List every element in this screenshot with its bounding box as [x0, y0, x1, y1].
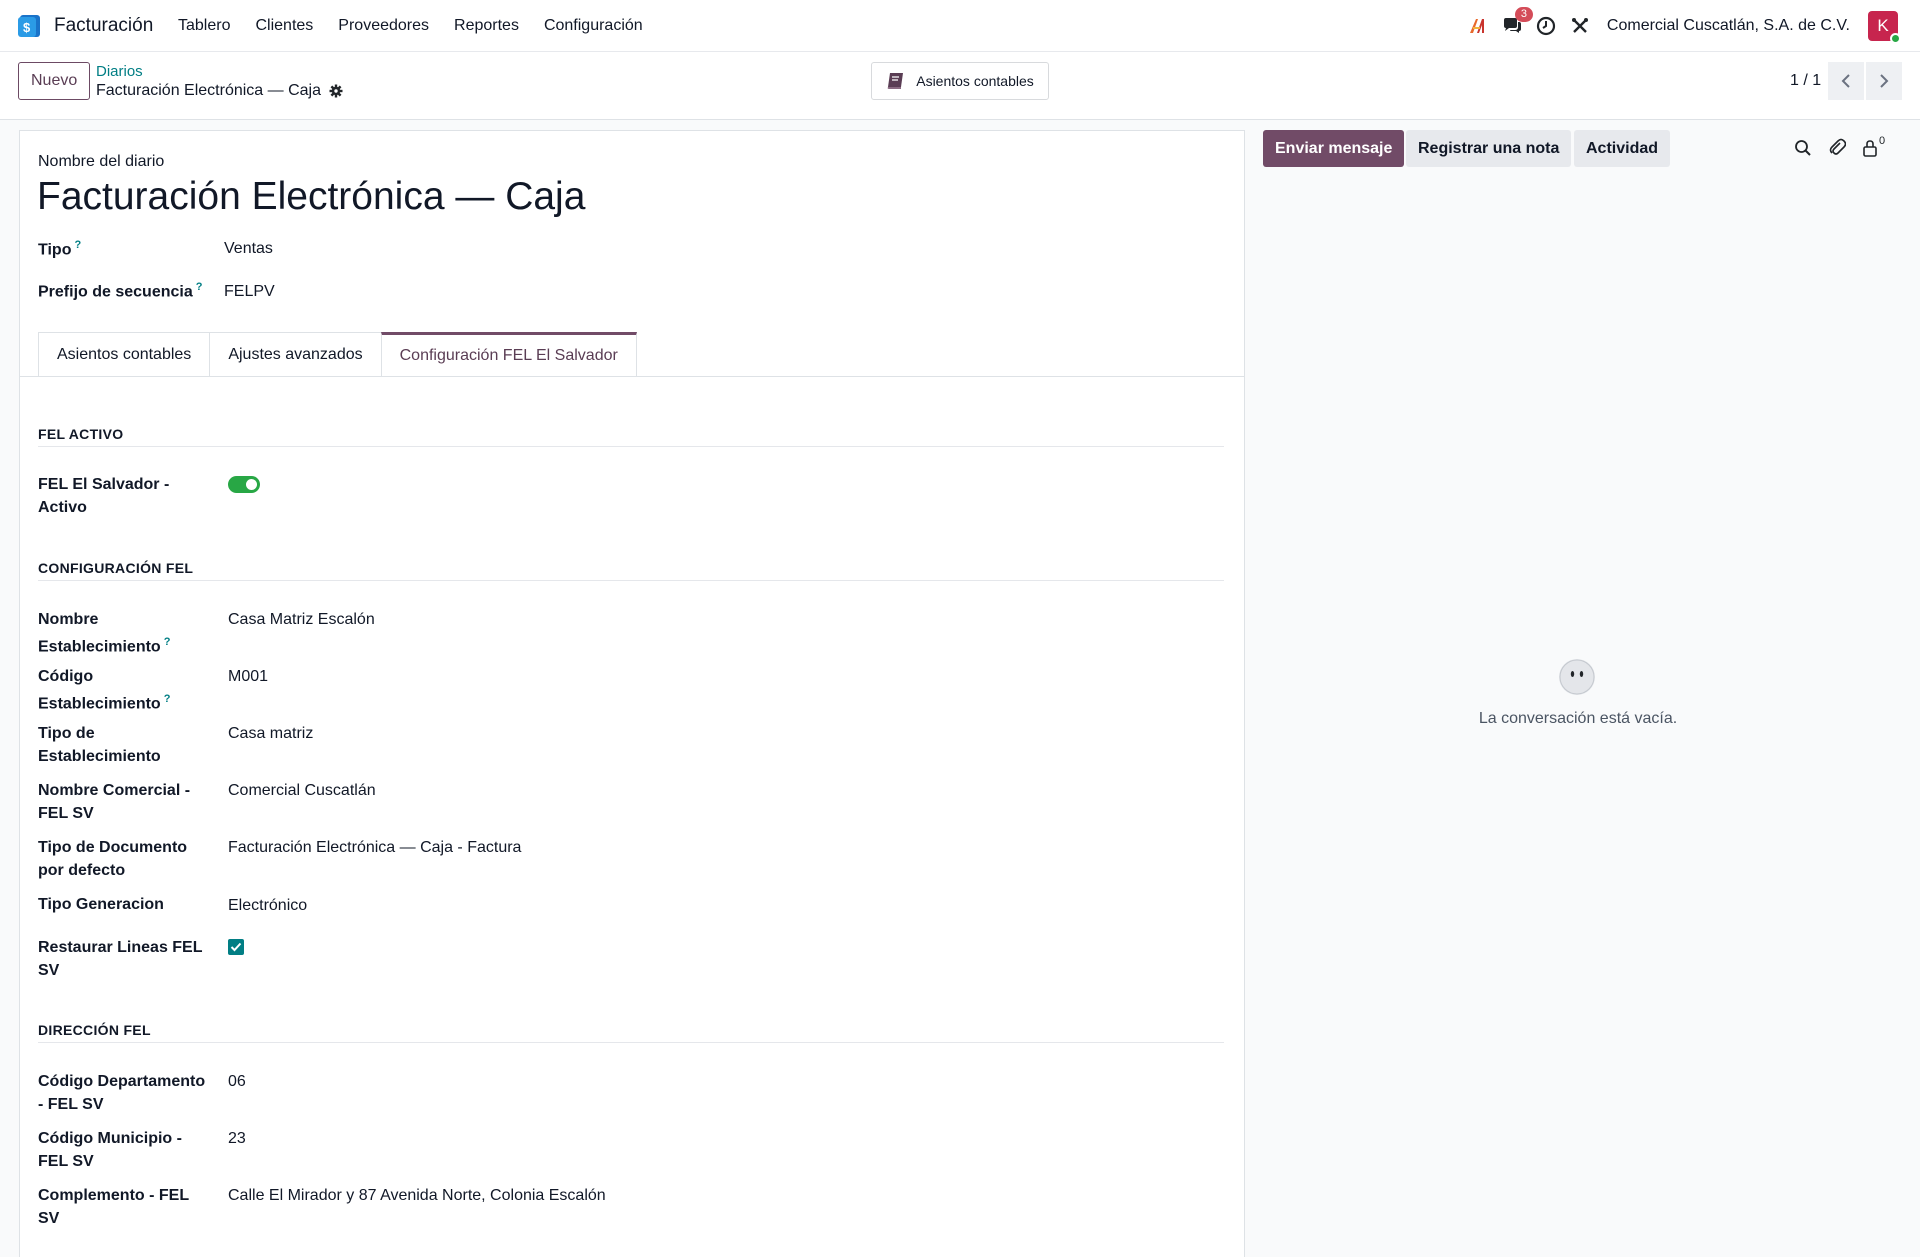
followers-count: 0: [1879, 135, 1886, 147]
tab-divider: [20, 376, 1244, 377]
journal-entries-smart-button[interactable]: Asientos contables: [871, 62, 1049, 100]
form-sheet: Nombre del diario Facturación Electrónic…: [19, 130, 1245, 1257]
svg-text:$: $: [23, 20, 31, 35]
breadcrumb-current: Facturación Electrónica — Caja: [96, 82, 343, 100]
messages-icon[interactable]: 3: [1501, 7, 1534, 37]
journal-name-field[interactable]: Facturación Electrónica — Caja: [37, 175, 585, 219]
online-status-dot: [1890, 33, 1901, 44]
main-menu: Tablero Clientes Proveedores Reportes Co…: [178, 17, 668, 35]
tipo-value[interactable]: Ventas: [224, 240, 273, 258]
tab-ajustes-avanzados[interactable]: Ajustes avanzados: [209, 332, 382, 376]
section-configuracion-fel: CONFIGURACIÓN FEL: [38, 560, 194, 576]
menu-item-clientes[interactable]: Clientes: [255, 17, 313, 35]
prefijo-label: Prefijo de secuencia?: [38, 281, 203, 301]
company-switcher[interactable]: Comercial Cuscatlán, S.A. de C.V.: [1607, 17, 1850, 35]
nombre-comercial-label: Nombre Comercial - FEL SV: [38, 782, 191, 822]
send-message-button[interactable]: Enviar mensaje: [1263, 130, 1405, 167]
chatter-tools: 0: [1794, 135, 1886, 158]
journal-name-label: Nombre del diario: [38, 153, 165, 170]
tipo-label: Tipo?: [38, 239, 82, 259]
menu-item-configuracion[interactable]: Configuración: [544, 17, 643, 35]
empty-conversation-face-icon: [1559, 659, 1595, 695]
codigo-departamento-value[interactable]: 06: [228, 1070, 246, 1093]
fel-activo-label: FEL El Salvador - Activo: [38, 476, 170, 516]
checkmark-icon: [230, 942, 242, 952]
restaurar-lineas-checkbox[interactable]: [228, 939, 244, 955]
search-icon[interactable]: [1794, 139, 1812, 157]
codigo-municipio-label: Código Municipio - FEL SV: [38, 1130, 182, 1170]
section-fel-activo: FEL ACTIVO: [38, 426, 124, 442]
invoicing-app-icon[interactable]: $: [16, 13, 42, 39]
nombre-comercial-value[interactable]: Comercial Cuscatlán: [228, 779, 376, 802]
control-panel: Nuevo Diarios Facturación Electrónica — …: [0, 52, 1920, 120]
complemento-value[interactable]: Calle El Mirador y 87 Avenida Norte, Col…: [228, 1184, 606, 1207]
codigo-establecimiento-label: Código Establecimiento?: [38, 668, 171, 713]
prefijo-value[interactable]: FELPV: [224, 283, 275, 301]
menu-item-tablero[interactable]: Tablero: [178, 17, 230, 35]
breadcrumb-current-label: Facturación Electrónica — Caja: [96, 82, 321, 99]
tab-configuracion-fel[interactable]: Configuración FEL El Salvador: [380, 332, 637, 376]
nombre-establecimiento-label: Nombre Establecimiento?: [38, 611, 171, 656]
book-icon: [887, 73, 904, 89]
tipo-documento-label: Tipo de Documento por defecto: [38, 839, 188, 879]
messages-badge: 3: [1514, 7, 1534, 22]
app-name[interactable]: Facturación: [54, 15, 153, 37]
follower-lock-icon[interactable]: [1862, 139, 1878, 157]
systray: 3 Comercial Cuscatlán, S.A. de C.V. K: [1467, 0, 1920, 52]
menu-item-proveedores[interactable]: Proveedores: [338, 17, 429, 35]
help-tooltip-icon[interactable]: ?: [74, 239, 81, 251]
tipo-generacion-value[interactable]: Electrónico: [228, 894, 307, 917]
chevron-left-icon: [1841, 74, 1850, 88]
top-navbar: $ Facturación Tablero Clientes Proveedor…: [0, 0, 1920, 52]
menu-item-reportes[interactable]: Reportes: [454, 17, 519, 35]
help-tooltip-icon[interactable]: ?: [164, 693, 171, 705]
tipo-establecimiento-label: Tipo de Establecimiento: [38, 725, 161, 765]
activity-button[interactable]: Actividad: [1574, 130, 1671, 167]
help-tooltip-icon[interactable]: ?: [164, 636, 171, 648]
avatar-letter: K: [1877, 16, 1889, 35]
section-divider: [38, 446, 1224, 447]
help-tooltip-icon[interactable]: ?: [196, 281, 203, 293]
tipo-generacion-label: Tipo Generacion: [38, 896, 164, 913]
gear-icon[interactable]: [329, 84, 343, 98]
codigo-departamento-label: Código Departamento - FEL SV: [38, 1073, 206, 1113]
section-direccion-fel: DIRECCIÓN FEL: [38, 1022, 151, 1038]
new-button[interactable]: Nuevo: [18, 62, 91, 100]
clock-icon[interactable]: [1535, 15, 1557, 37]
pager-value[interactable]: 1 / 1: [1790, 72, 1821, 90]
codigo-municipio-value[interactable]: 23: [228, 1127, 246, 1150]
ai-icon[interactable]: [1467, 15, 1489, 37]
complemento-label: Complemento - FEL SV: [38, 1187, 189, 1227]
restaurar-lineas-label: Restaurar Lineas FEL SV: [38, 939, 203, 979]
fel-activo-toggle[interactable]: [228, 476, 260, 493]
pager-next-button[interactable]: [1866, 62, 1902, 100]
empty-conversation-text: La conversación está vacía.: [1478, 710, 1678, 727]
tools-icon[interactable]: [1569, 15, 1591, 37]
tipo-establecimiento-value[interactable]: Casa matriz: [228, 722, 313, 745]
section-divider: [38, 580, 1224, 581]
tipo-documento-value[interactable]: Facturación Electrónica — Caja - Factura: [228, 836, 521, 859]
smart-button-label: Asientos contables: [916, 73, 1034, 89]
codigo-establecimiento-value[interactable]: M001: [228, 665, 268, 688]
tab-asientos-contables[interactable]: Asientos contables: [38, 332, 211, 376]
log-note-button[interactable]: Registrar una nota: [1406, 130, 1572, 167]
user-avatar[interactable]: K: [1868, 11, 1901, 44]
paperclip-icon[interactable]: [1828, 138, 1846, 158]
chevron-right-icon: [1880, 74, 1889, 88]
section-divider: [38, 1042, 1224, 1043]
breadcrumb-parent[interactable]: Diarios: [96, 63, 143, 80]
notebook-tabs: Asientos contables Ajustes avanzados Con…: [38, 332, 637, 376]
pager-previous-button[interactable]: [1828, 62, 1864, 100]
nombre-establecimiento-value[interactable]: Casa Matriz Escalón: [228, 608, 375, 631]
